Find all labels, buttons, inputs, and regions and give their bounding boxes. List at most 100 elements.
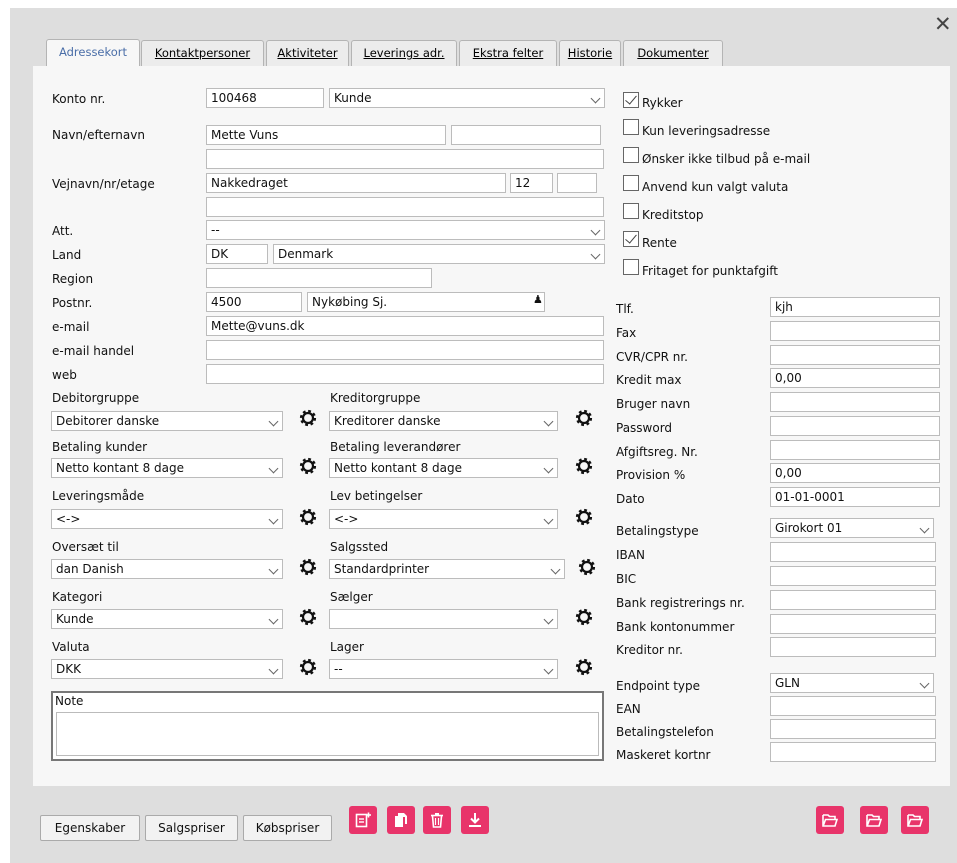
iban-input[interactable] xyxy=(770,542,936,562)
kreditorgruppe-select[interactable]: Kreditorer danske xyxy=(329,411,558,431)
folder-open-button-1[interactable] xyxy=(816,806,844,834)
gear-icon[interactable] xyxy=(298,657,318,677)
betaling-kunder-select[interactable]: Netto kontant 8 dage xyxy=(51,458,283,478)
maskeret-kortnr-input[interactable] xyxy=(770,742,936,762)
leveringsmade-select[interactable]: <-> xyxy=(51,509,283,529)
bank-reg-input[interactable] xyxy=(770,590,936,610)
betalingstelefon-input[interactable] xyxy=(770,719,936,739)
dato-input[interactable]: 01-01-0001 xyxy=(770,487,940,507)
email-handel-input[interactable] xyxy=(206,340,604,360)
type-select[interactable]: Kunde xyxy=(329,88,605,108)
debitorgruppe-select[interactable]: Debitorer danske xyxy=(51,411,283,431)
kategori-label: Kategori xyxy=(52,590,103,604)
endpoint-type-select[interactable]: GLN xyxy=(770,673,934,693)
lager-select[interactable]: -- xyxy=(329,659,558,679)
kategori-select[interactable]: Kunde xyxy=(51,609,283,629)
valuta-value: DKK xyxy=(56,662,81,676)
region-input[interactable] xyxy=(206,268,432,288)
new-note-button[interactable] xyxy=(349,806,377,834)
folder-open-icon xyxy=(907,814,923,827)
provision-input[interactable]: 0,00 xyxy=(770,463,940,483)
gear-icon[interactable] xyxy=(574,607,594,627)
oversaet-select[interactable]: dan Danish xyxy=(51,559,283,579)
gear-icon[interactable] xyxy=(298,607,318,627)
kredit-max-input[interactable]: 0,00 xyxy=(770,368,940,388)
husnr-input[interactable]: 12 xyxy=(510,173,553,193)
copy-button[interactable] xyxy=(387,806,415,834)
web-input[interactable] xyxy=(206,364,604,384)
note-textarea[interactable] xyxy=(56,712,599,756)
gear-icon[interactable] xyxy=(298,557,318,577)
tab-historie[interactable]: Historie xyxy=(559,40,621,66)
land-code-input[interactable]: DK xyxy=(206,244,268,264)
tab-adressekort[interactable]: Adressekort xyxy=(46,39,140,67)
gear-icon[interactable] xyxy=(577,557,597,577)
afgiftsreg-input[interactable] xyxy=(770,440,940,460)
fax-input[interactable] xyxy=(770,321,940,341)
checkbox-onsker-ikke-tilbud[interactable] xyxy=(623,147,639,163)
konto-input[interactable]: 100468 xyxy=(206,88,324,108)
delete-button[interactable] xyxy=(423,806,451,834)
gear-icon[interactable] xyxy=(574,408,594,428)
kreditor-nr-label: Kreditor nr. xyxy=(616,643,683,657)
kreditorgruppe-label: Kreditorgruppe xyxy=(330,391,421,405)
folder-open-button-2[interactable] xyxy=(860,806,888,834)
tab-dokumenter[interactable]: Dokumenter xyxy=(623,40,723,66)
valuta-select[interactable]: DKK xyxy=(51,659,283,679)
by-input[interactable]: Nykøbing Sj. xyxy=(307,292,545,312)
vej-input[interactable]: Nakkedraget xyxy=(206,173,506,193)
download-button[interactable] xyxy=(461,806,489,834)
gear-icon[interactable] xyxy=(298,507,318,527)
betaling-kunder-label: Betaling kunder xyxy=(52,440,148,454)
betaling-leverandorer-select[interactable]: Netto kontant 8 dage xyxy=(329,458,558,478)
salgssted-select[interactable]: Standardprinter xyxy=(329,559,565,579)
salgspriser-button[interactable]: Salgspriser xyxy=(145,815,238,841)
efternavn-input[interactable] xyxy=(451,125,601,145)
egenskaber-button[interactable]: Egenskaber xyxy=(40,815,140,841)
checkbox-rykker[interactable] xyxy=(623,92,639,108)
navn-input[interactable]: Mette Vuns xyxy=(206,125,446,145)
att-select[interactable]: -- xyxy=(206,220,605,240)
gear-icon[interactable] xyxy=(574,657,594,677)
tab-aktiviteter[interactable]: Aktiviteter xyxy=(266,40,349,66)
folder-open-button-3[interactable] xyxy=(901,806,929,834)
person-icon[interactable]: ♟ xyxy=(533,293,543,306)
tab-kontaktpersoner[interactable]: Kontaktpersoner xyxy=(141,40,264,66)
kobspriser-button[interactable]: Købspriser xyxy=(243,815,332,841)
betalingstype-select[interactable]: Girokort 01 xyxy=(770,518,934,538)
gear-icon[interactable] xyxy=(298,408,318,428)
navn2-input[interactable] xyxy=(206,149,604,169)
lev-betingelser-value: <-> xyxy=(334,512,359,526)
lev-betingelser-select[interactable]: <-> xyxy=(329,509,558,529)
betalingstype-label: Betalingstype xyxy=(616,524,699,538)
gear-icon[interactable] xyxy=(574,507,594,527)
chevron-down-icon xyxy=(919,678,930,689)
password-input[interactable] xyxy=(770,416,940,436)
cvr-input[interactable] xyxy=(770,345,940,365)
chevron-down-icon xyxy=(268,664,279,675)
kreditor-nr-input[interactable] xyxy=(770,637,936,657)
bank-konto-input[interactable] xyxy=(770,614,936,634)
gear-icon[interactable] xyxy=(574,456,594,476)
checkbox-kreditstop[interactable] xyxy=(623,203,639,219)
postnr-input[interactable]: 4500 xyxy=(206,292,302,312)
tab-leverings-adr[interactable]: Leverings adr. xyxy=(351,40,457,66)
chevron-down-icon xyxy=(919,523,930,534)
checkbox-rente[interactable] xyxy=(623,231,639,247)
bruger-navn-input[interactable] xyxy=(770,392,940,412)
ean-input[interactable] xyxy=(770,696,936,716)
close-icon[interactable]: ✕ xyxy=(934,14,952,35)
land-select[interactable]: Denmark xyxy=(273,244,605,264)
email-input[interactable]: Mette@vuns.dk xyxy=(206,316,604,336)
checkbox-fritaget-punktafgift[interactable] xyxy=(623,259,639,275)
tlf-input[interactable]: kjh xyxy=(770,297,940,317)
bic-input[interactable] xyxy=(770,566,936,586)
saelger-select[interactable] xyxy=(329,609,558,629)
gear-icon[interactable] xyxy=(298,456,318,476)
checkbox-anvend-valuta[interactable] xyxy=(623,175,639,191)
vej2-input[interactable] xyxy=(206,197,604,217)
checkbox-kun-leveringsadresse[interactable] xyxy=(623,119,639,135)
tab-ekstra-felter[interactable]: Ekstra felter xyxy=(459,40,557,66)
chevron-down-icon xyxy=(550,564,561,575)
etage-input[interactable] xyxy=(557,173,597,193)
